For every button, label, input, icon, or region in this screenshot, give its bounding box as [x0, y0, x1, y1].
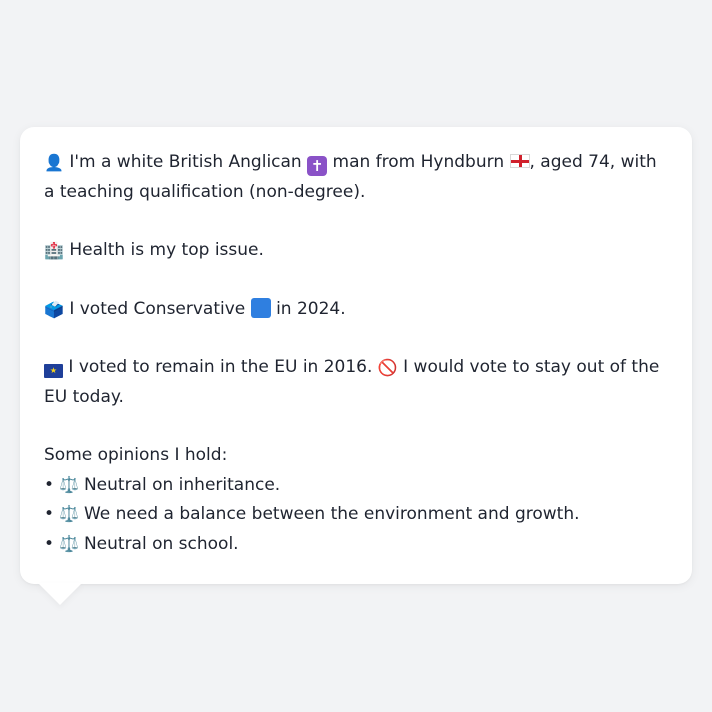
bullet: •	[44, 533, 55, 554]
issue-text: Health is my top issue.	[63, 240, 264, 260]
opinion-item: • ⚖️ We need a balance between the environ…	[44, 500, 668, 530]
ballot-box-icon: 🗳️	[44, 299, 64, 319]
opinion-item: • ⚖️ Neutral on inheritance.	[44, 471, 668, 501]
hospital-icon: 🏥	[44, 241, 64, 260]
vote-text-2: in 2024.	[270, 298, 346, 319]
bullet: •	[44, 504, 55, 524]
opinions-title: Some opinions I hold:	[44, 445, 228, 465]
person-silhouette-icon: 👤	[44, 153, 64, 172]
identity-text-2: man from Hyndburn	[327, 152, 510, 172]
eu-text-1: I voted to remain in the EU in 2016.	[63, 357, 378, 377]
bullet: •	[44, 474, 55, 495]
vote-paragraph: 🗳️ I voted Conservative in 2024.	[44, 295, 668, 325]
balance-scale-icon: ⚖️	[59, 533, 79, 553]
eu-paragraph: ★ I voted to remain in the EU in 2016. 🚫…	[44, 353, 668, 412]
england-flag-icon	[509, 154, 530, 168]
opinion-text: Neutral on inheritance.	[83, 474, 281, 495]
identity-text-1: I'm a white British Anglican	[63, 152, 308, 172]
persona-message-bubble: 👤 I'm a white British Anglican ✝ man fro…	[20, 127, 692, 584]
prohibited-icon: 🚫	[377, 358, 398, 377]
latin-cross-icon: ✝	[307, 156, 328, 176]
bubble-tail	[38, 583, 82, 605]
vote-text-1: I voted Conservative	[63, 298, 251, 319]
eu-flag-icon: ★	[44, 364, 63, 378]
issue-paragraph: 🏥 Health is my top issue.	[44, 236, 668, 266]
opinion-text: Neutral on school.	[83, 533, 239, 554]
opinion-item: • ⚖️ Neutral on school.	[44, 530, 668, 560]
balance-scale-icon: ⚖️	[59, 504, 79, 523]
identity-paragraph: 👤 I'm a white British Anglican ✝ man fro…	[44, 148, 668, 207]
opinion-text: We need a balance between the environmen…	[83, 504, 580, 524]
balance-scale-icon: ⚖️	[59, 474, 79, 494]
blue-square-icon	[250, 297, 271, 318]
